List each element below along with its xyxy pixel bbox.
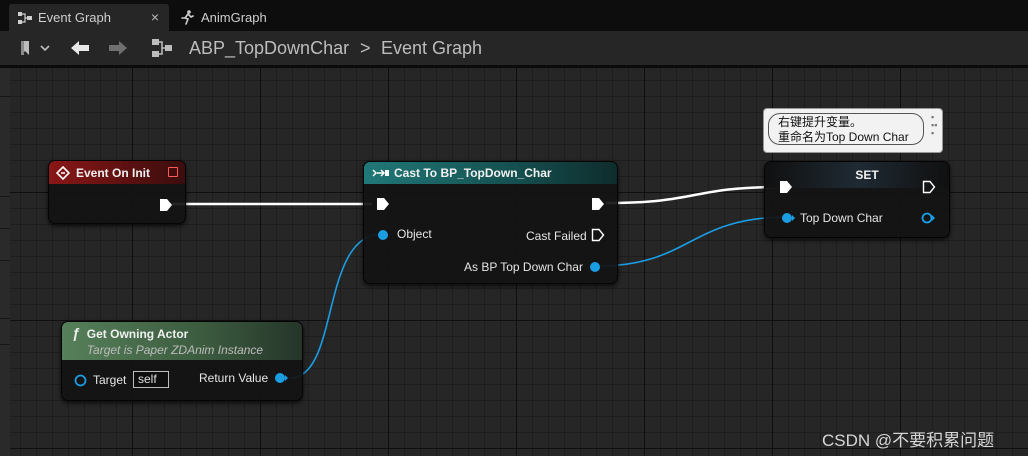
comment-bubble[interactable]: 右键提升变量。 重命名为Top Down Char ▪ ▪▪ ▪ <box>763 108 943 153</box>
node-title: Cast To BP_TopDown_Char <box>394 166 552 180</box>
cast-arrows-icon <box>372 169 389 177</box>
exec-out-pin[interactable] <box>159 198 173 212</box>
get-owning-actor-node[interactable]: ƒ Get Owning Actor Target is Paper ZDAni… <box>61 321 303 401</box>
node-header: Cast To BP_TopDown_Char <box>364 162 617 184</box>
var-pin-label: Top Down Char <box>800 211 883 225</box>
node-title: SET <box>855 168 879 182</box>
object-pin-label: Object <box>397 227 432 241</box>
set-node[interactable]: SET Top Down Char <box>764 161 950 238</box>
comment-text: 右键提升变量。 重命名为Top Down Char <box>768 113 924 145</box>
as-pin-label: As BP Top Down Char <box>464 260 583 274</box>
comment-line-1: 右键提升变量。 <box>778 115 863 129</box>
node-header: ƒ Get Owning Actor Target is Paper ZDAni… <box>62 322 302 360</box>
target-pin[interactable] <box>74 374 87 387</box>
comment-line-2: 重命名为Top Down Char <box>778 130 909 144</box>
node-title: Get Owning Actor <box>86 327 189 341</box>
node-title: Event On Init <box>76 165 151 180</box>
var-out-pin[interactable] <box>921 212 935 224</box>
cast-node[interactable]: Cast To BP_TopDown_Char Object Cast Fail… <box>363 161 618 284</box>
node-subtitle: Target is Paper ZDAnim Instance <box>86 343 264 357</box>
object-pin[interactable] <box>377 229 389 241</box>
comment-pin-icon[interactable]: ▪ ▪▪ ▪ <box>931 113 939 138</box>
cast-failed-label: Cast Failed <box>526 229 587 243</box>
cast-failed-exec-pin[interactable] <box>591 228 605 242</box>
exec-out-pin[interactable] <box>591 197 605 211</box>
event-on-init-node[interactable]: Event On Init <box>48 160 186 224</box>
target-pin-label: Target <box>93 373 127 387</box>
exec-wire-cast-to-set <box>605 185 781 205</box>
var-in-pin[interactable] <box>781 212 795 224</box>
exec-in-pin[interactable] <box>376 197 390 211</box>
exec-in-pin[interactable] <box>779 180 793 194</box>
return-value-pin[interactable] <box>274 372 288 384</box>
data-wire-as-to-var <box>597 216 788 267</box>
function-icon: ƒ <box>72 325 80 341</box>
node-header: Event On Init <box>49 161 185 184</box>
return-value-label: Return Value <box>199 371 269 385</box>
exec-out-pin[interactable] <box>922 180 936 194</box>
output-delegate-icon[interactable] <box>168 167 178 177</box>
as-output-pin[interactable] <box>589 261 601 273</box>
watermark: CSDN @不要积累问题 <box>822 431 995 450</box>
target-self-field[interactable]: self <box>133 371 169 388</box>
event-diamond-icon <box>56 165 70 180</box>
